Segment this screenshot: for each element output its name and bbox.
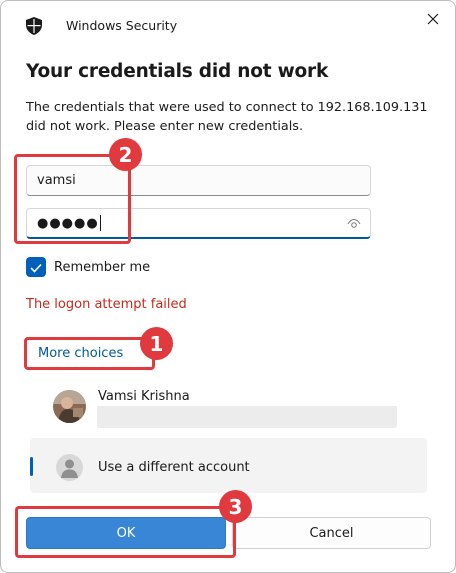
account-option-different[interactable]: Use a different account	[30, 438, 427, 493]
account-detail-redacted	[97, 406, 397, 428]
selection-indicator	[30, 457, 33, 476]
text-caret	[99, 215, 101, 231]
dialog-heading: Your credentials did not work	[26, 61, 329, 82]
more-choices-link[interactable]: More choices	[38, 346, 123, 361]
error-message: The logon attempt failed	[26, 297, 187, 312]
remember-me-label: Remember me	[54, 259, 151, 275]
checkmark-icon	[30, 258, 42, 277]
reveal-password-icon[interactable]	[347, 218, 361, 230]
remember-me-row[interactable]: Remember me	[26, 257, 150, 277]
account-name: Vamsi Krishna	[98, 389, 190, 404]
annotation-badge-1: 1	[140, 327, 173, 360]
different-account-label: Use a different account	[98, 460, 250, 475]
password-value: ●●●●●	[37, 215, 99, 231]
remember-me-checkbox[interactable]	[26, 257, 46, 277]
credentials-dialog: Windows Security Your credentials did no…	[0, 0, 456, 573]
password-field[interactable]: ●●●●●	[26, 208, 371, 239]
dialog-description: The credentials that were used to connec…	[26, 100, 428, 134]
titlebar: Windows Security	[1, 1, 455, 51]
account-option-vamsi[interactable]: Vamsi Krishna	[26, 382, 428, 434]
annotation-badge-3: 3	[219, 490, 252, 523]
close-button[interactable]	[421, 7, 445, 31]
app-title: Windows Security	[66, 18, 178, 33]
person-icon	[56, 454, 83, 481]
username-field[interactable]: vamsi	[26, 165, 371, 196]
shield-icon	[26, 17, 42, 35]
username-value: vamsi	[37, 173, 76, 188]
cancel-button[interactable]: Cancel	[232, 517, 431, 549]
close-icon	[427, 10, 439, 29]
annotation-badge-2: 2	[109, 138, 142, 171]
ok-button[interactable]: OK	[26, 517, 226, 549]
user-avatar	[53, 390, 86, 423]
